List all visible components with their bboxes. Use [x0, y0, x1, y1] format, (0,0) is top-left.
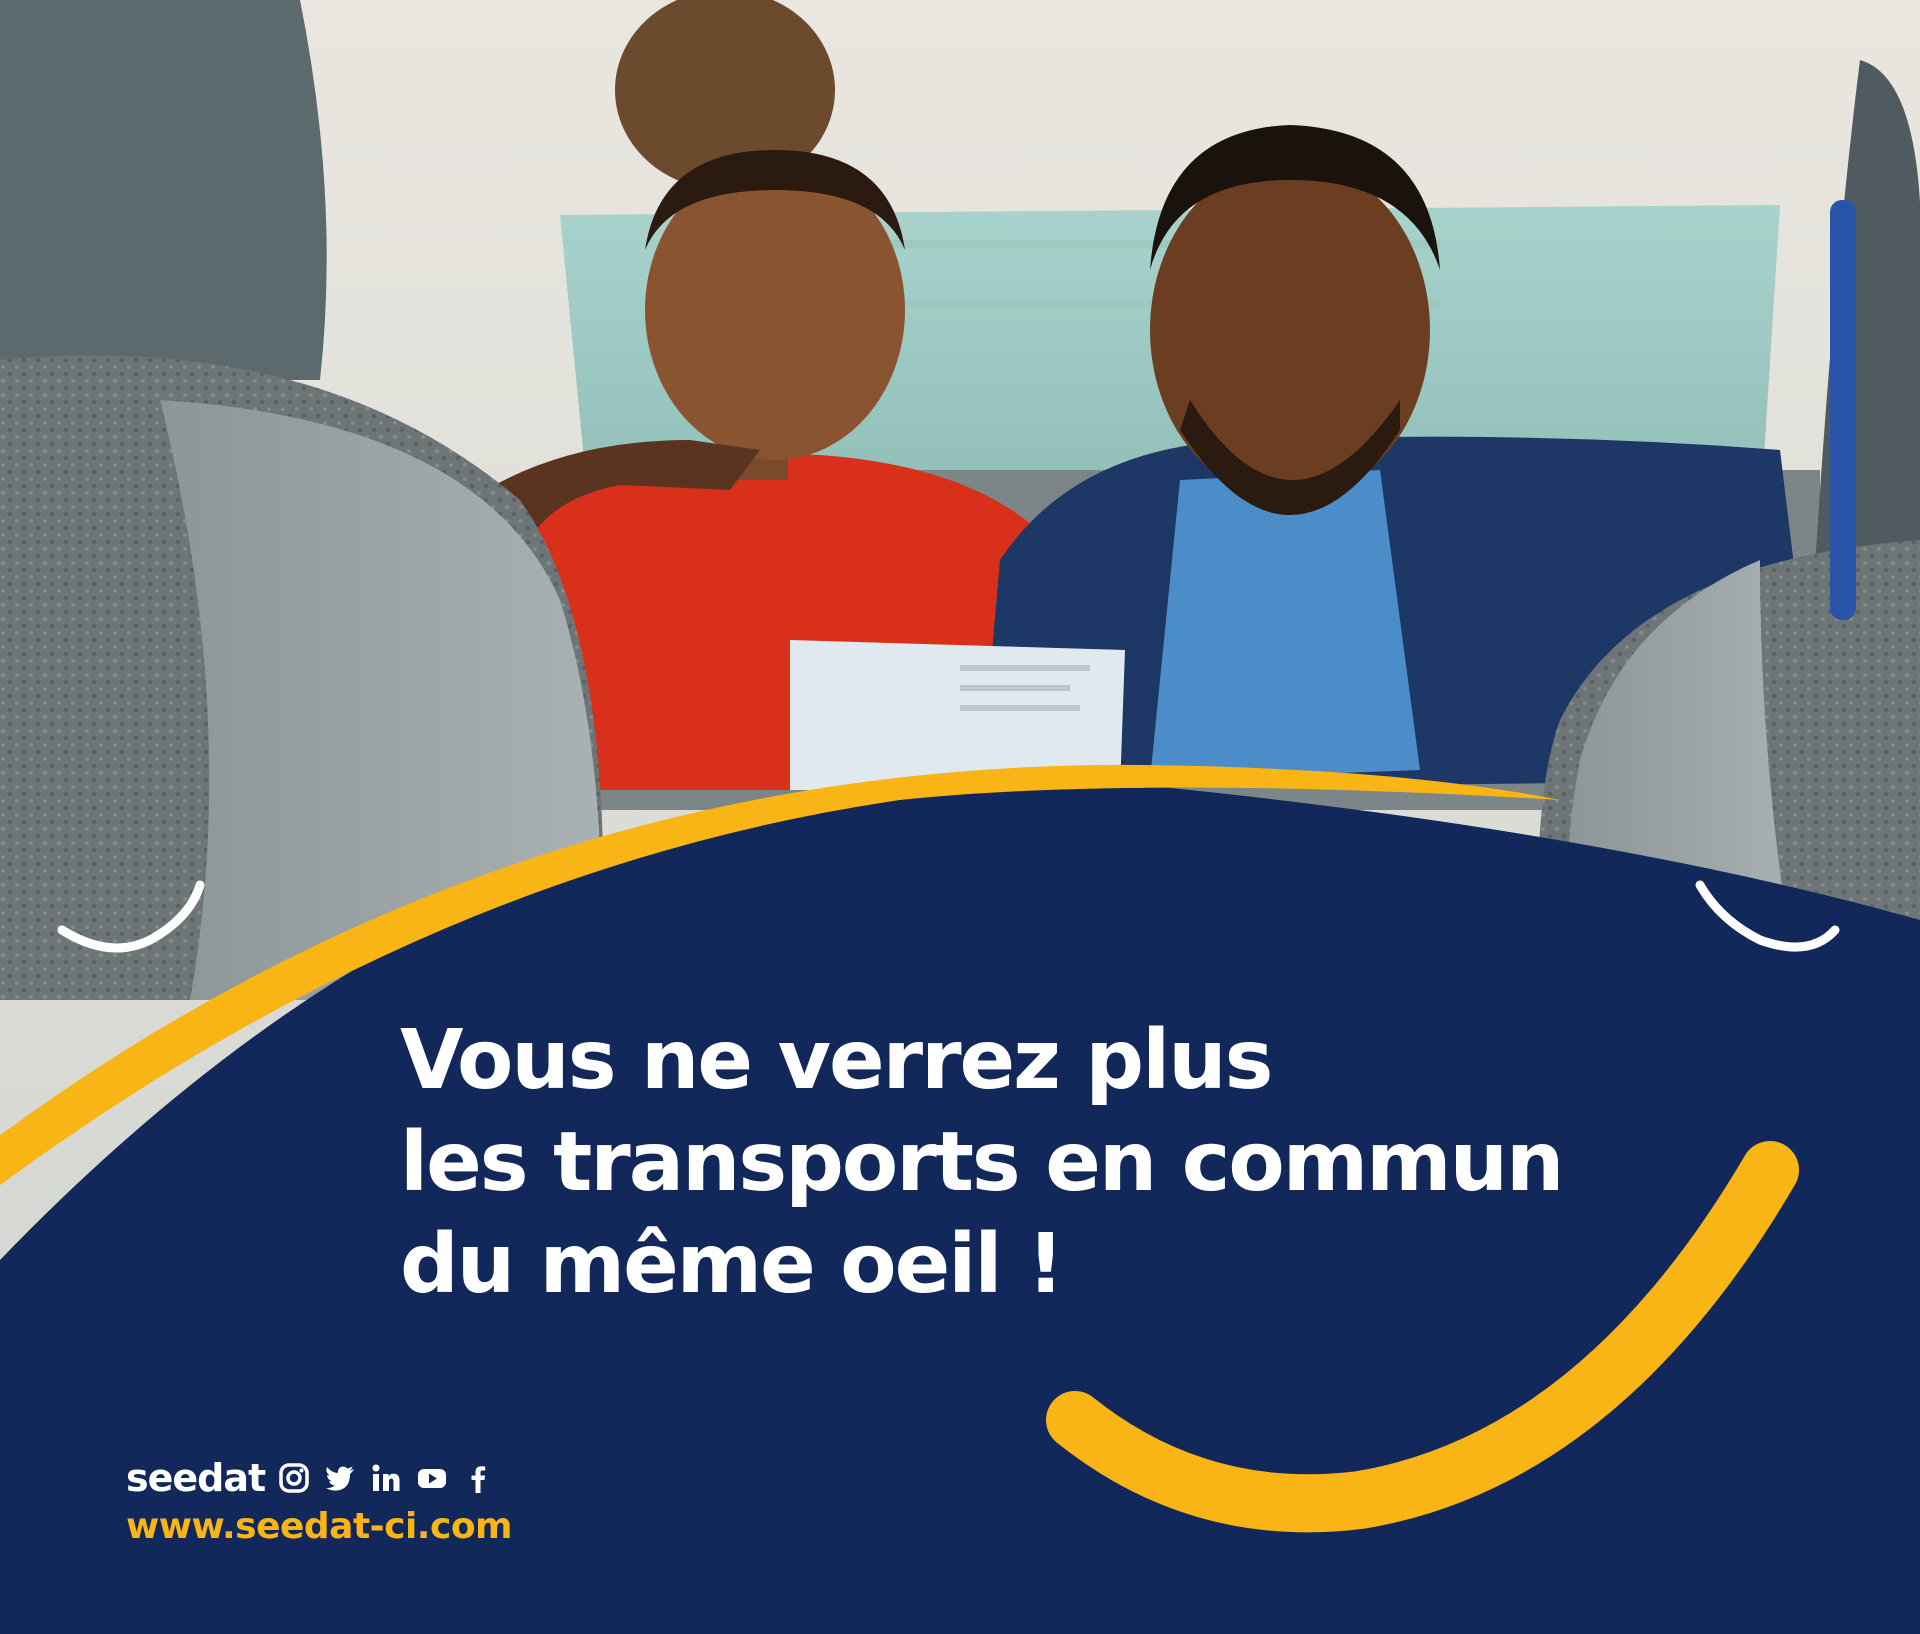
poster: Vous ne verrez plus les transports en co… — [0, 0, 1920, 1634]
linkedin-icon[interactable] — [369, 1461, 403, 1495]
facebook-icon[interactable] — [461, 1461, 495, 1495]
headline: Vous ne verrez plus les transports en co… — [400, 1010, 1700, 1316]
brand-logo: seedat — [126, 1456, 266, 1500]
youtube-icon[interactable] — [415, 1461, 449, 1495]
headline-line-2: les transports en commun — [400, 1115, 1564, 1210]
headline-line-3: du même oeil ! — [400, 1217, 1064, 1312]
instagram-icon[interactable] — [277, 1461, 311, 1495]
photo-illustration — [0, 0, 1920, 1634]
brand-row: seedat — [126, 1452, 512, 1504]
website-link[interactable]: www.seedat-ci.com — [126, 1506, 513, 1547]
headline-line-1: Vous ne verrez plus — [400, 1013, 1273, 1108]
footer: seedat www.seedat-ci.com — [126, 1452, 513, 1547]
twitter-icon[interactable] — [323, 1461, 357, 1495]
